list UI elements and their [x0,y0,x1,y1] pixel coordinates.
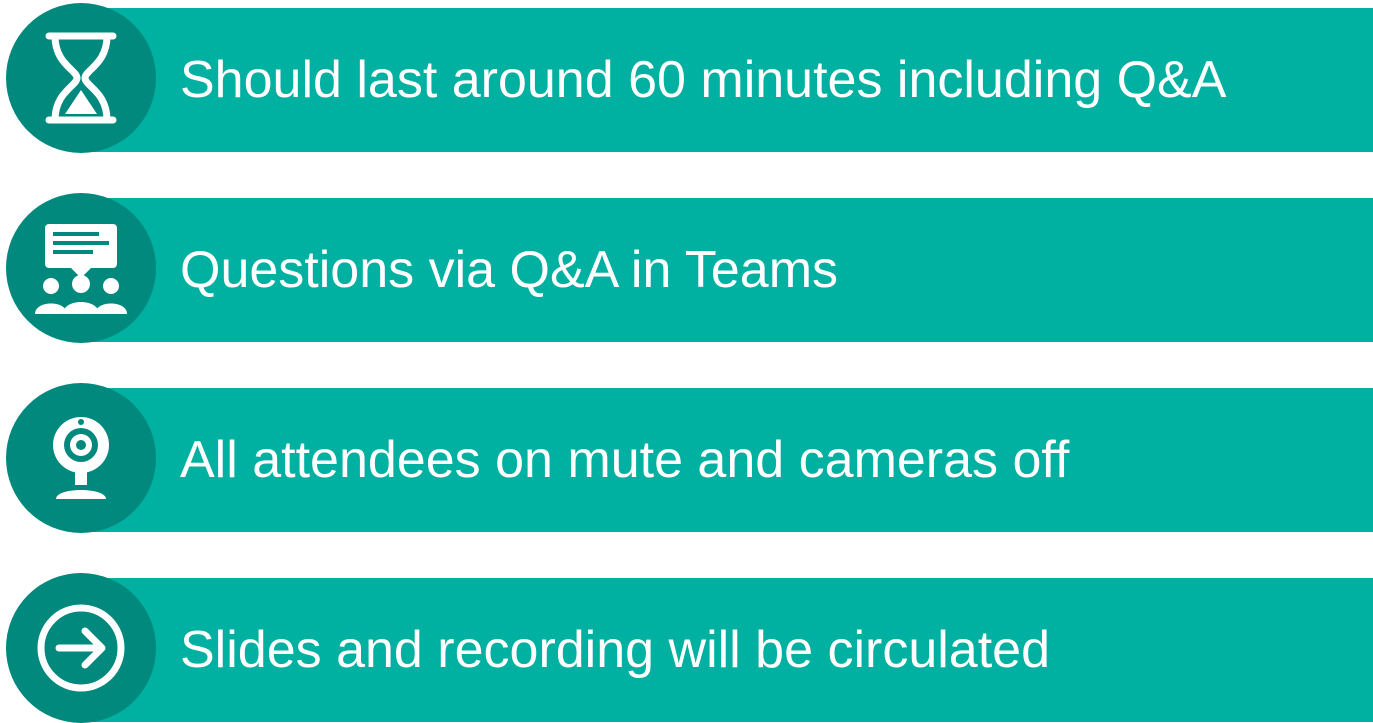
webcam-icon [53,417,109,499]
icon-circle [6,383,156,533]
arrow-right-circle-icon [37,604,125,692]
info-row-slides: Slides and recording will be circulated [0,570,1373,723]
info-row-questions: Questions via Q&A in Teams [0,190,1373,343]
icon-circle [6,193,156,343]
info-text: Slides and recording will be circulated [180,621,1051,679]
hourglass-icon [45,32,117,124]
info-text: All attendees on mute and cameras off [180,431,1070,489]
info-row-mute: All attendees on mute and cameras off [0,380,1373,533]
icon-circle [6,3,156,153]
audience-speech-bubble-icon [35,224,127,314]
info-text: Questions via Q&A in Teams [180,241,839,299]
info-row-duration: Should last around 60 minutes including … [0,0,1373,153]
info-text: Should last around 60 minutes including … [180,51,1227,109]
icon-circle [6,573,156,723]
